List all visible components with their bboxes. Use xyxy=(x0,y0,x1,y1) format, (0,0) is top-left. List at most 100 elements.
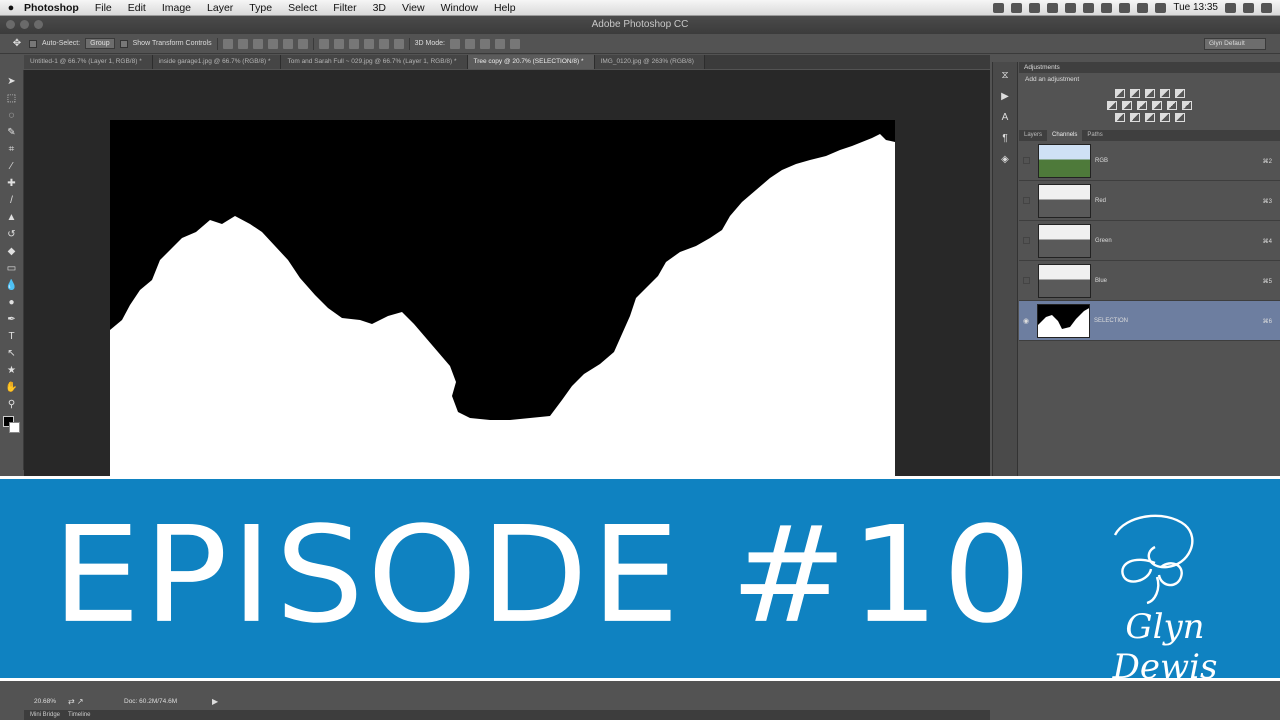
dropbox-icon[interactable] xyxy=(993,2,1005,13)
document-canvas[interactable] xyxy=(110,120,895,476)
wifi-icon[interactable] xyxy=(1119,2,1131,13)
show-transform-checkbox[interactable] xyxy=(119,39,128,48)
visibility-toggle[interactable] xyxy=(1023,197,1030,204)
zoom-window-button[interactable] xyxy=(34,20,43,29)
visibility-toggle[interactable] xyxy=(1023,237,1030,244)
auto-select-dropdown[interactable]: Group xyxy=(85,38,115,49)
eyedropper-tool-icon[interactable]: ⁄ xyxy=(5,159,19,173)
black-white-icon[interactable] xyxy=(1137,101,1147,110)
menu-layer[interactable]: Layer xyxy=(199,2,241,14)
shape-tool-icon[interactable]: ★ xyxy=(5,363,19,377)
channel-mixer-icon[interactable] xyxy=(1167,101,1177,110)
color-balance-icon[interactable] xyxy=(1122,101,1132,110)
3d-slide-icon[interactable] xyxy=(494,38,505,49)
vibrance-icon[interactable] xyxy=(1174,89,1185,98)
volume-icon[interactable] xyxy=(1137,2,1149,13)
background-color-swatch[interactable] xyxy=(8,422,20,433)
hue-saturation-icon[interactable] xyxy=(1107,101,1117,110)
app-menu[interactable]: Photoshop xyxy=(22,2,87,14)
path-select-tool-icon[interactable]: ↖ xyxy=(5,346,19,360)
color-swatches[interactable] xyxy=(2,416,21,434)
quick-select-tool-icon[interactable]: ✎ xyxy=(5,125,19,139)
zoom-tool-icon[interactable]: ⚲ xyxy=(5,397,19,411)
status-menu-arrow-icon[interactable]: ▶ xyxy=(212,697,218,706)
channel-row-selection[interactable]: ◉ SELECTION ⌘6 xyxy=(1019,301,1280,341)
channel-row-rgb[interactable]: RGB ⌘2 xyxy=(1019,141,1280,181)
distribute-left-icon[interactable] xyxy=(363,38,374,49)
history-panel-icon[interactable]: ⧖ xyxy=(1001,70,1008,81)
channel-row-red[interactable]: Red ⌘3 xyxy=(1019,181,1280,221)
type-tool-icon[interactable]: T xyxy=(5,329,19,343)
apple-icon[interactable]: ● xyxy=(0,2,22,14)
tab-paths[interactable]: Paths xyxy=(1082,130,1107,141)
align-right-icon[interactable] xyxy=(297,38,308,49)
visibility-toggle[interactable] xyxy=(1023,277,1030,284)
3d-rotate-icon[interactable] xyxy=(449,38,460,49)
blur-tool-icon[interactable]: 💧 xyxy=(5,278,19,292)
healing-brush-tool-icon[interactable]: ✚ xyxy=(5,176,19,190)
doc-tab-untitled[interactable]: Untitled-1 @ 66.7% (Layer 1, RGB/8) * xyxy=(24,55,153,69)
align-vcenter-icon[interactable] xyxy=(237,38,248,49)
sync-icon[interactable] xyxy=(1011,2,1023,13)
tab-timeline[interactable]: Timeline xyxy=(68,710,90,720)
posterize-icon[interactable] xyxy=(1129,113,1140,122)
eraser-tool-icon[interactable]: ◆ xyxy=(5,244,19,258)
gradient-tool-icon[interactable]: ▭ xyxy=(5,261,19,275)
adjustments-panel-header[interactable]: Adjustments xyxy=(1019,62,1280,73)
3d-scale-icon[interactable] xyxy=(509,38,520,49)
brush-tool-icon[interactable]: / xyxy=(5,193,19,207)
move-tool-preset-icon[interactable]: ✥ xyxy=(10,37,24,51)
clock[interactable]: Tue 13:35 xyxy=(1173,2,1218,13)
menu-filter[interactable]: Filter xyxy=(325,2,364,14)
distribute-right-icon[interactable] xyxy=(393,38,404,49)
channel-row-blue[interactable]: Blue ⌘5 xyxy=(1019,261,1280,301)
workspace-dropdown[interactable]: Glyn Default xyxy=(1204,38,1266,50)
threshold-icon[interactable] xyxy=(1144,113,1155,122)
gradient-map-icon[interactable] xyxy=(1174,113,1185,122)
record-icon[interactable] xyxy=(1029,2,1041,13)
spotlight-icon[interactable] xyxy=(1243,2,1254,13)
align-left-icon[interactable] xyxy=(267,38,278,49)
doc-tab-img-0120[interactable]: IMG_0120.jpg @ 263% (RGB/8) xyxy=(594,55,705,69)
hand-tool-icon[interactable]: ✋ xyxy=(5,380,19,394)
doc-tab-inside-garage[interactable]: inside garage1.jpg @ 66.7% (RGB/8) * xyxy=(152,55,282,69)
color-lookup-icon[interactable] xyxy=(1182,101,1192,110)
photo-filter-icon[interactable] xyxy=(1152,101,1162,110)
bluetooth-icon[interactable] xyxy=(1083,2,1095,13)
distribute-vcenter-icon[interactable] xyxy=(333,38,344,49)
curves-icon[interactable] xyxy=(1144,89,1155,98)
minimize-window-button[interactable] xyxy=(20,20,29,29)
channel-row-green[interactable]: Green ⌘4 xyxy=(1019,221,1280,261)
user-icon[interactable] xyxy=(1225,2,1236,13)
distribute-hcenter-icon[interactable] xyxy=(378,38,389,49)
visibility-toggle[interactable] xyxy=(1023,157,1030,164)
dodge-tool-icon[interactable]: ● xyxy=(5,295,19,309)
doc-tab-tree-copy[interactable]: Tree copy @ 20.7% (SELECTION/8) * xyxy=(467,55,595,69)
align-bottom-icon[interactable] xyxy=(252,38,263,49)
menu-edit[interactable]: Edit xyxy=(120,2,154,14)
align-top-icon[interactable] xyxy=(222,38,233,49)
history-brush-tool-icon[interactable]: ↺ xyxy=(5,227,19,241)
auto-select-checkbox[interactable] xyxy=(29,39,37,48)
share-icon[interactable]: ⇄ ↗ xyxy=(68,697,84,706)
clone-stamp-tool-icon[interactable]: ▲ xyxy=(5,210,19,224)
3d-pan-icon[interactable] xyxy=(479,38,490,49)
pen-tool-icon[interactable]: ✒ xyxy=(5,312,19,326)
menu-help[interactable]: Help xyxy=(486,2,524,14)
tab-channels[interactable]: Channels xyxy=(1047,130,1083,141)
zoom-level[interactable]: 20.68% xyxy=(34,698,56,705)
menu-select[interactable]: Select xyxy=(280,2,325,14)
3d-roll-icon[interactable] xyxy=(464,38,475,49)
canvas-area[interactable] xyxy=(24,70,990,476)
align-hcenter-icon[interactable] xyxy=(282,38,293,49)
brightness-contrast-icon[interactable] xyxy=(1114,89,1125,98)
distribute-top-icon[interactable] xyxy=(318,38,329,49)
message-icon[interactable] xyxy=(1047,2,1059,13)
tab-layers[interactable]: Layers xyxy=(1019,130,1047,141)
menu-file[interactable]: File xyxy=(87,2,120,14)
menu-type[interactable]: Type xyxy=(241,2,280,14)
crop-tool-icon[interactable]: ⌗ xyxy=(5,142,19,156)
menu-view[interactable]: View xyxy=(394,2,433,14)
lasso-tool-icon[interactable]: ◌ xyxy=(5,108,19,122)
distribute-bottom-icon[interactable] xyxy=(348,38,359,49)
